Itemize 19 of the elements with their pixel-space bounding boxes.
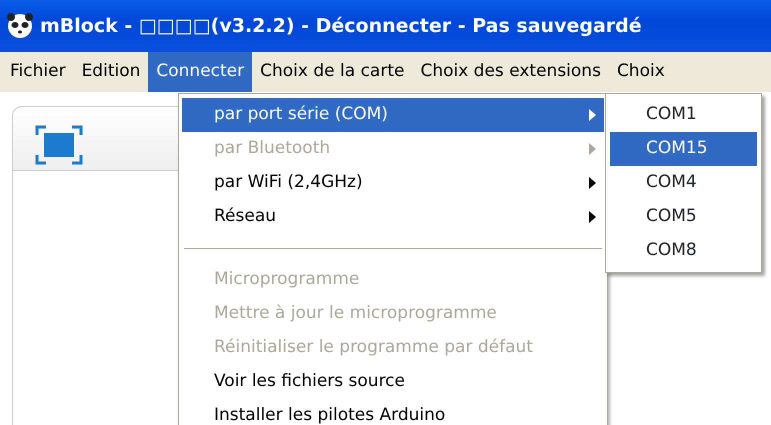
menu-item[interactable]: Choix des extensions (412, 52, 609, 92)
window-title: mBlock - □□□□(v3.2.2) - Déconnecter - Pas sauvegardé (40, 14, 642, 39)
port-item[interactable]: COM8 (610, 234, 757, 268)
port-item[interactable]: COM4 (610, 166, 757, 200)
panda-icon (6, 13, 34, 39)
menu-item[interactable]: Fichier (2, 52, 74, 92)
fullscreen-icon (35, 125, 83, 165)
menu-item[interactable]: Choix de la carte (252, 52, 412, 92)
menu-item[interactable]: Choix (608, 52, 673, 92)
menu-item[interactable]: Installer les pilotes Arduino (182, 399, 604, 425)
port-item[interactable]: COM1 (610, 98, 757, 132)
menu-item[interactable]: Réseau (182, 200, 604, 234)
menu-item[interactable]: par WiFi (2,4GHz) (182, 166, 604, 200)
port-item[interactable]: COM5 (610, 200, 757, 234)
menu-item[interactable]: Voir les fichiers source (182, 365, 604, 399)
menu-item[interactable]: Edition (74, 52, 148, 92)
port-item[interactable]: COM15 (610, 132, 757, 166)
menu-item[interactable]: Connecter (148, 52, 252, 92)
menu-item[interactable]: par port série (COM) (182, 98, 604, 132)
